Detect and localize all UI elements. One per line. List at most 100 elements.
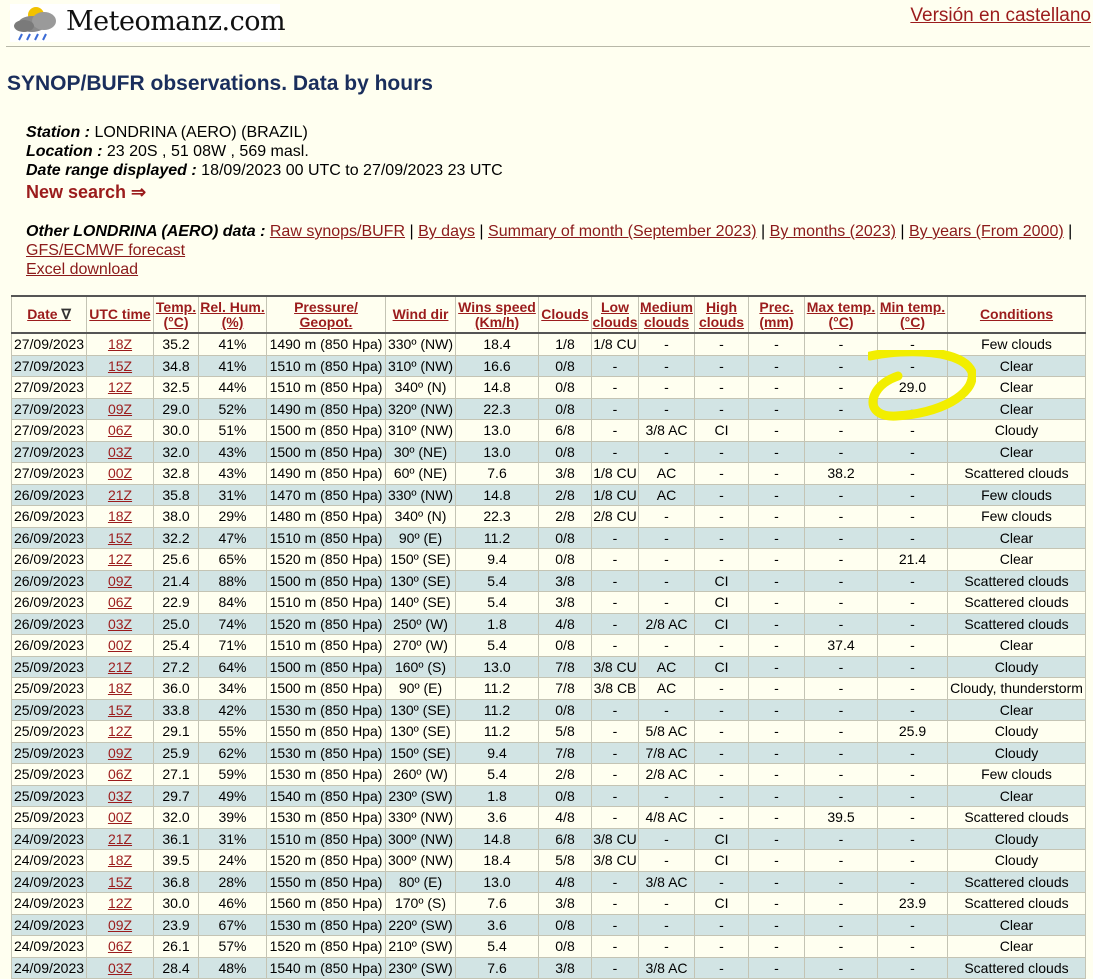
utc-time-link[interactable]: 18Z bbox=[108, 680, 132, 696]
cell-clouds: 4/8 bbox=[538, 870, 592, 893]
cell-clouds: 2/8 bbox=[538, 505, 592, 528]
cell-precipitation: - bbox=[748, 526, 805, 549]
utc-time-link[interactable]: 18Z bbox=[108, 336, 132, 352]
utc-time-link[interactable]: 00Z bbox=[108, 809, 132, 825]
cell-temperature: 32.0 bbox=[153, 440, 199, 463]
header-clouds[interactable]: Clouds bbox=[538, 295, 592, 334]
utc-time-link[interactable]: 03Z bbox=[108, 444, 132, 460]
cell-low-clouds: - bbox=[591, 612, 639, 635]
cell-temperature: 32.0 bbox=[153, 806, 199, 829]
utc-time-link[interactable]: 09Z bbox=[108, 917, 132, 933]
utc-time-link[interactable]: 15Z bbox=[108, 358, 132, 374]
cell-precipitation: - bbox=[748, 827, 805, 850]
summary-month-link[interactable]: Summary of month (September 2023) bbox=[488, 223, 757, 240]
table-row: 25/09/2023 03Z 29.7 49% 1540 m (850 Hpa) 230º… bbox=[11, 784, 1086, 807]
raw-synops-link[interactable]: Raw synops/BUFR bbox=[270, 223, 405, 240]
cell-medium-clouds: - bbox=[638, 784, 695, 807]
cell-pressure: 1520 m (850 Hpa) bbox=[266, 849, 386, 872]
header-max-temp[interactable]: Max temp. (°C) bbox=[804, 295, 878, 334]
table-row: 24/09/2023 21Z 36.1 31% 1510 m (850 Hpa) 300º… bbox=[11, 827, 1086, 850]
utc-time-link[interactable]: 18Z bbox=[108, 508, 132, 524]
utc-time-link[interactable]: 15Z bbox=[108, 530, 132, 546]
cell-max-temp: - bbox=[804, 784, 878, 807]
cell-pressure: 1500 m (850 Hpa) bbox=[266, 440, 386, 463]
header-wind-dir[interactable]: Wind dir bbox=[385, 295, 456, 334]
cell-temperature: 29.7 bbox=[153, 784, 199, 807]
language-link[interactable]: Versión en castellano bbox=[910, 5, 1091, 27]
cell-wind-dir: 90º (E) bbox=[385, 526, 456, 549]
header-min-temp[interactable]: Min temp. (°C) bbox=[877, 295, 948, 334]
header-date[interactable]: Date ∇ bbox=[11, 295, 87, 334]
forecast-link[interactable]: GFS/ECMWF forecast bbox=[26, 242, 185, 259]
header-humidity[interactable]: Rel. Hum. (%) bbox=[198, 295, 267, 334]
cell-max-temp: - bbox=[804, 935, 878, 958]
cell-utc-time: 03Z bbox=[86, 440, 154, 463]
utc-time-link[interactable]: 00Z bbox=[108, 637, 132, 653]
utc-time-link[interactable]: 12Z bbox=[108, 379, 132, 395]
cell-low-clouds: 3/8 CU bbox=[591, 827, 639, 850]
new-search-link[interactable]: New search ⇒ bbox=[26, 182, 146, 202]
utc-time-link[interactable]: 12Z bbox=[108, 551, 132, 567]
header-temp[interactable]: Temp. (°C) bbox=[153, 295, 199, 334]
by-months-link[interactable]: By months (2023) bbox=[770, 223, 896, 240]
header-utc-time[interactable]: UTC time bbox=[86, 295, 154, 334]
cell-wind-speed: 3.6 bbox=[455, 806, 539, 829]
cell-utc-time: 09Z bbox=[86, 913, 154, 936]
cell-wind-dir: 160º (S) bbox=[385, 655, 456, 678]
header-high-clouds[interactable]: High clouds bbox=[694, 295, 749, 334]
cell-medium-clouds: - bbox=[638, 376, 695, 399]
utc-time-link[interactable]: 18Z bbox=[108, 852, 132, 868]
utc-time-link[interactable]: 15Z bbox=[108, 874, 132, 890]
utc-time-link[interactable]: 12Z bbox=[108, 895, 132, 911]
utc-time-link[interactable]: 21Z bbox=[108, 659, 132, 675]
utc-time-link[interactable]: 12Z bbox=[108, 723, 132, 739]
cell-utc-time: 18Z bbox=[86, 505, 154, 528]
cell-humidity: 88% bbox=[198, 569, 267, 592]
cell-utc-time: 09Z bbox=[86, 569, 154, 592]
cell-wind-dir: 270º (W) bbox=[385, 634, 456, 657]
header-wind-speed[interactable]: Wins speed (Km/h) bbox=[455, 295, 539, 334]
utc-time-link[interactable]: 03Z bbox=[108, 788, 132, 804]
excel-download-link[interactable]: Excel download bbox=[26, 261, 138, 278]
utc-time-link[interactable]: 00Z bbox=[108, 465, 132, 481]
table-row: 26/09/2023 18Z 38.0 29% 1480 m (850 Hpa) 340º… bbox=[11, 505, 1086, 528]
cell-utc-time: 06Z bbox=[86, 935, 154, 958]
site-logo[interactable]: Meteomanz.com bbox=[10, 4, 286, 42]
cell-low-clouds: - bbox=[591, 913, 639, 936]
header-pressure[interactable]: Pressure/Geopot. bbox=[266, 295, 386, 334]
utc-time-link[interactable]: 03Z bbox=[108, 960, 132, 976]
utc-time-link[interactable]: 09Z bbox=[108, 745, 132, 761]
cell-low-clouds: 1/8 CU bbox=[591, 483, 639, 506]
utc-time-link[interactable]: 06Z bbox=[108, 594, 132, 610]
cell-clouds: 0/8 bbox=[538, 698, 592, 721]
utc-time-link[interactable]: 06Z bbox=[108, 422, 132, 438]
utc-time-link[interactable]: 06Z bbox=[108, 766, 132, 782]
cell-pressure: 1490 m (850 Hpa) bbox=[266, 462, 386, 485]
cell-humidity: 74% bbox=[198, 612, 267, 635]
other-data-label: Other LONDRINA (AERO) data : bbox=[26, 223, 266, 240]
cell-date: 24/09/2023 bbox=[11, 892, 87, 915]
header-low-clouds[interactable]: Low clouds bbox=[591, 295, 639, 334]
by-days-link[interactable]: By days bbox=[418, 223, 475, 240]
utc-time-link[interactable]: 03Z bbox=[108, 616, 132, 632]
utc-time-link[interactable]: 09Z bbox=[108, 573, 132, 589]
cell-temperature: 36.1 bbox=[153, 827, 199, 850]
utc-time-link[interactable]: 09Z bbox=[108, 401, 132, 417]
cell-low-clouds: - bbox=[591, 763, 639, 786]
cell-max-temp: - bbox=[804, 698, 878, 721]
cell-clouds: 2/8 bbox=[538, 763, 592, 786]
utc-time-link[interactable]: 15Z bbox=[108, 702, 132, 718]
utc-time-link[interactable]: 06Z bbox=[108, 938, 132, 954]
cell-medium-clouds: 5/8 AC bbox=[638, 720, 695, 743]
cell-date: 26/09/2023 bbox=[11, 526, 87, 549]
cell-utc-time: 15Z bbox=[86, 698, 154, 721]
cell-temperature: 28.4 bbox=[153, 956, 199, 979]
header-conditions[interactable]: Conditions bbox=[947, 295, 1086, 334]
header-precipitation[interactable]: Prec. (mm) bbox=[748, 295, 805, 334]
header-medium-clouds[interactable]: Medium clouds bbox=[638, 295, 695, 334]
by-years-link[interactable]: By years (From 2000) bbox=[909, 223, 1064, 240]
cell-conditions: Few clouds bbox=[947, 332, 1086, 356]
utc-time-link[interactable]: 21Z bbox=[108, 487, 132, 503]
utc-time-link[interactable]: 21Z bbox=[108, 831, 132, 847]
top-bar: Meteomanz.com Versión en castellano bbox=[0, 0, 1093, 46]
